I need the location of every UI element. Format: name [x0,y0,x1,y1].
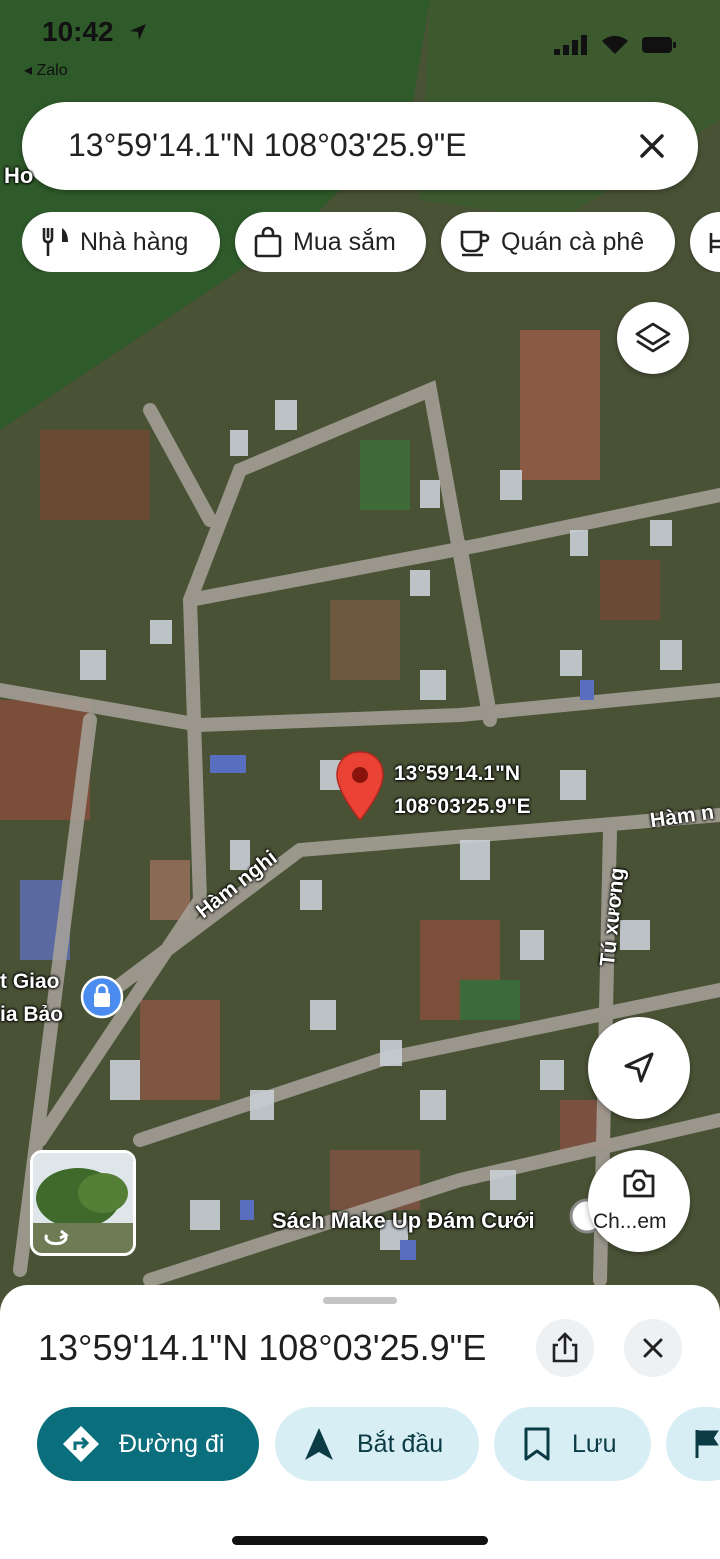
lens-label: Ch...em [593,1210,667,1233]
chip-label: Quán cà phê [501,227,645,256]
close-icon[interactable] [628,122,676,170]
restaurant-icon [42,228,68,256]
chip-coffee[interactable]: Quán cà phê [441,212,675,272]
sheet-grabber[interactable] [323,1297,397,1304]
place-label: Sách Make Up Đám Cưới [272,1208,535,1233]
flag-icon [695,1430,719,1458]
home-indicator [232,1536,488,1545]
place-label: Ho [4,163,34,188]
layers-button[interactable] [617,302,689,374]
shopping-bag-icon [254,226,282,258]
coffee-icon [460,230,490,257]
sheet-close-button[interactable] [624,1319,682,1377]
place-label: ia Bảo [0,1003,64,1026]
bookmark-icon [524,1427,550,1461]
street-view-thumbnail[interactable] [30,1150,136,1256]
chip-label: Mua sắm [293,227,396,256]
bed-icon [709,233,720,253]
place-title: 13°59'14.1"N 108°03'25.9"E [38,1327,487,1368]
directions-button[interactable]: Đường đi [37,1407,259,1481]
action-label: Bắt đầu [357,1429,444,1458]
pin-label-lng: 108°03'25.9"E [394,795,531,818]
pin-label-lat: 13°59'14.1"N [394,762,521,785]
status-bar: 10:42 ◂ Zalo [0,0,720,90]
navigation-arrow-icon [305,1428,333,1460]
place-label: t Giao [0,970,60,993]
close-icon [643,1338,663,1358]
chip-hotels[interactable] [690,212,720,272]
location-pin-icon[interactable] [335,750,385,824]
battery-icon [642,37,676,53]
chip-restaurants[interactable]: Nhà hàng [22,212,220,272]
my-location-button[interactable] [588,1017,690,1119]
share-icon [552,1332,578,1363]
cellular-signal-icon [554,35,587,55]
lens-search-button[interactable]: Ch...em [588,1150,690,1252]
location-arrow-icon [130,24,146,40]
layers-icon [635,322,671,353]
share-button[interactable] [536,1319,594,1377]
navigation-arrow-icon [624,1052,654,1083]
start-button[interactable]: Bắt đầu [275,1407,479,1481]
camera-icon [623,1169,655,1198]
action-label: Lưu [572,1429,617,1458]
directions-icon [63,1426,99,1462]
chip-shopping[interactable]: Mua sắm [235,212,426,272]
clock: 10:42 [42,16,114,47]
wifi-icon [602,35,628,54]
shopping-place-icon[interactable] [80,975,124,1019]
street-view-image [33,1153,133,1253]
back-to-app-link[interactable]: ◂ Zalo [24,60,68,80]
place-bottom-sheet: 13°59'14.1"N 108°03'25.9"E Đường đi Bắt … [0,1285,720,1559]
more-action-button[interactable] [666,1407,720,1481]
save-button[interactable]: Lưu [494,1407,651,1481]
category-chips: Nhà hàng Mua sắm Quán cà phê [22,212,720,272]
action-label: Đường đi [119,1429,225,1458]
search-query[interactable]: 13°59'14.1"N 108°03'25.9"E [68,127,467,164]
search-bar[interactable]: 13°59'14.1"N 108°03'25.9"E [22,102,698,190]
chip-label: Nhà hàng [80,227,189,256]
